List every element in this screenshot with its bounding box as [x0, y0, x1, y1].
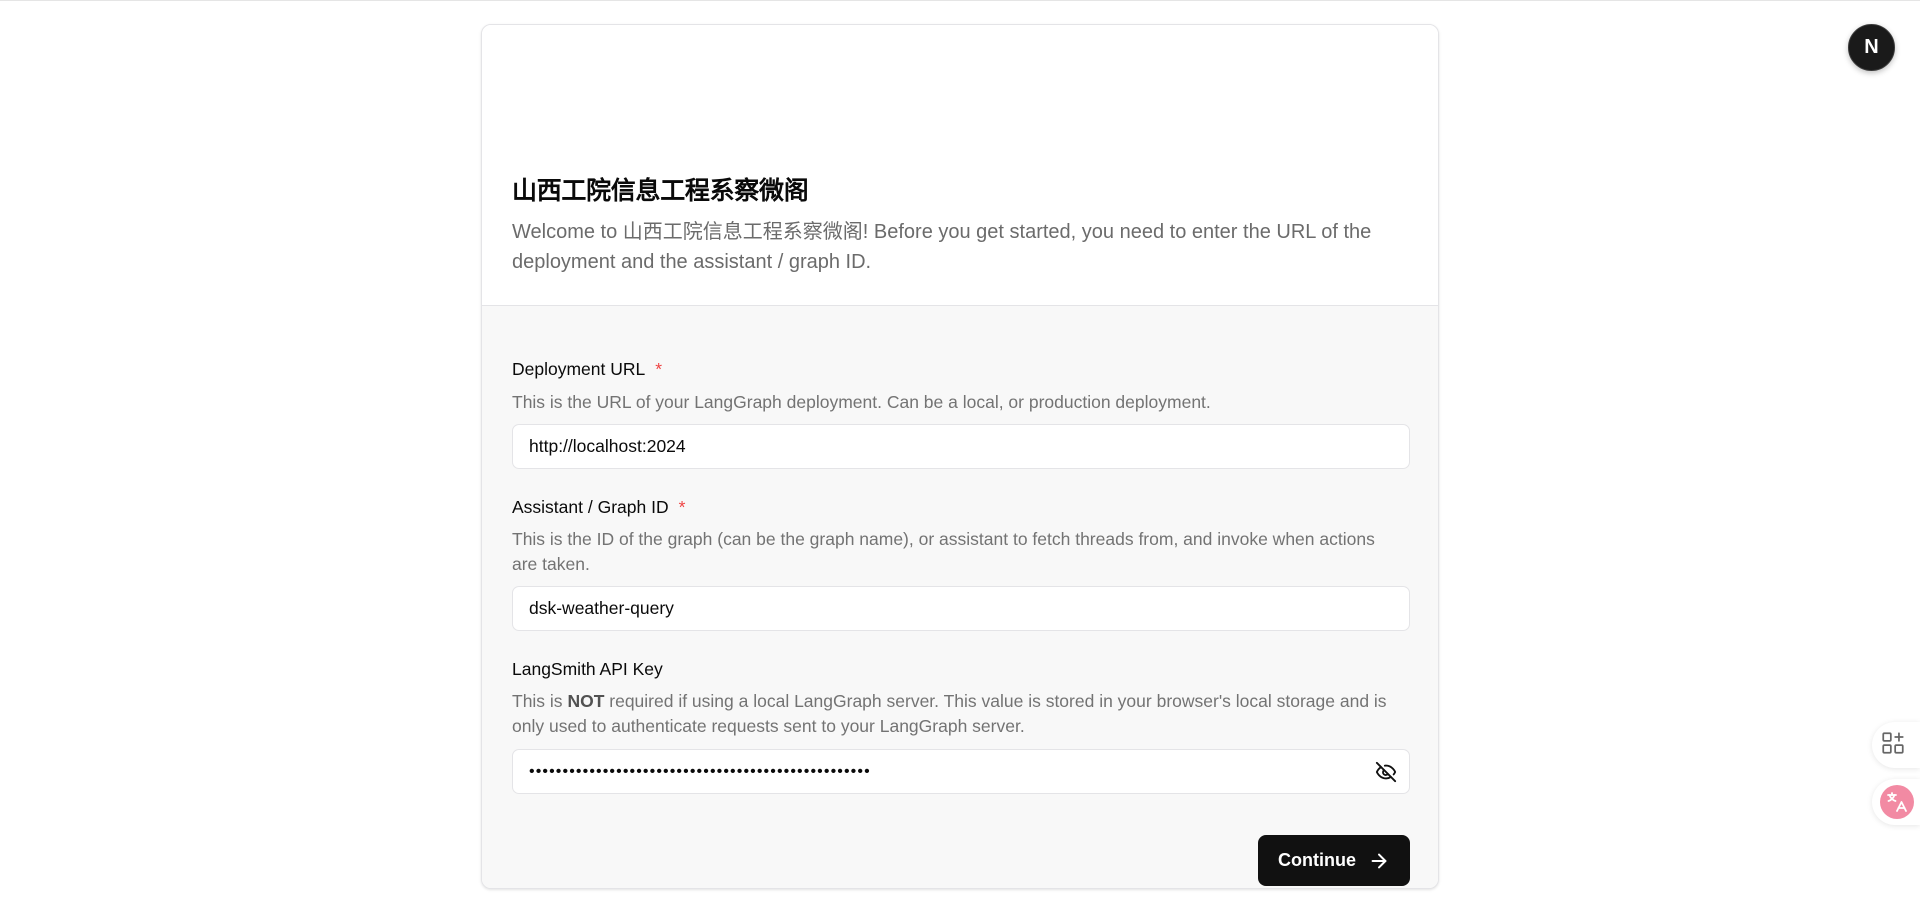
- deployment-url-help: This is the URL of your LangGraph deploy…: [512, 392, 1211, 412]
- api-key-help: This is NOT required if using a local La…: [512, 689, 1392, 739]
- api-key-input[interactable]: ••••••••••••••••••••••••••••••••••••••••…: [512, 749, 1410, 794]
- setup-card: 山西工院信息工程系察微阁 Welcome to 山西工院信息工程系察微阁! Be…: [481, 24, 1439, 889]
- nextjs-devtools-button[interactable]: N: [1848, 24, 1895, 71]
- api-key-help-suffix: required if using a local LangGraph serv…: [512, 691, 1387, 736]
- card-header: 山西工院信息工程系察微阁 Welcome to 山西工院信息工程系察微阁! Be…: [482, 25, 1438, 306]
- translate-icon: [1880, 785, 1914, 819]
- api-key-masked-value: ••••••••••••••••••••••••••••••••••••••••…: [529, 762, 871, 780]
- deployment-url-label-text: Deployment URL: [512, 359, 646, 379]
- arrow-right-icon: [1368, 850, 1390, 872]
- api-key-label-text: LangSmith API Key: [512, 659, 663, 679]
- translate-tool-button[interactable]: [1872, 779, 1920, 825]
- assistant-id-label-text: Assistant / Graph ID: [512, 497, 669, 517]
- assistant-id-input[interactable]: dsk-weather-query: [512, 586, 1410, 631]
- required-mark: *: [678, 497, 686, 517]
- api-key-help-prefix: This is: [512, 691, 568, 711]
- eye-off-icon[interactable]: [1375, 761, 1397, 783]
- assistant-id-label: Assistant / Graph ID *: [512, 497, 685, 518]
- apps-icon: [1880, 730, 1906, 761]
- deployment-url-input[interactable]: http://localhost:2024: [512, 424, 1410, 469]
- continue-label: Continue: [1278, 850, 1356, 870]
- page-title: 山西工院信息工程系察微阁: [512, 177, 809, 205]
- deployment-url-value: http://localhost:2024: [529, 436, 686, 456]
- assistant-id-help: This is the ID of the graph (can be the …: [512, 529, 1375, 574]
- continue-button[interactable]: Continue: [1258, 835, 1410, 886]
- required-mark: *: [655, 359, 663, 379]
- assistant-id-value: dsk-weather-query: [529, 598, 674, 618]
- settings-form: Deployment URL * This is the URL of your …: [482, 306, 1438, 888]
- avatar-letter: N: [1864, 36, 1879, 58]
- page-description: Welcome to 山西工院信息工程系察微阁! Before you get …: [512, 221, 1372, 273]
- api-key-help-emphasis: NOT: [567, 691, 605, 711]
- api-key-label: LangSmith API Key: [512, 659, 663, 680]
- top-border: [0, 0, 1920, 1]
- deployment-url-label: Deployment URL *: [512, 359, 662, 380]
- apps-tool-button[interactable]: [1872, 722, 1920, 768]
